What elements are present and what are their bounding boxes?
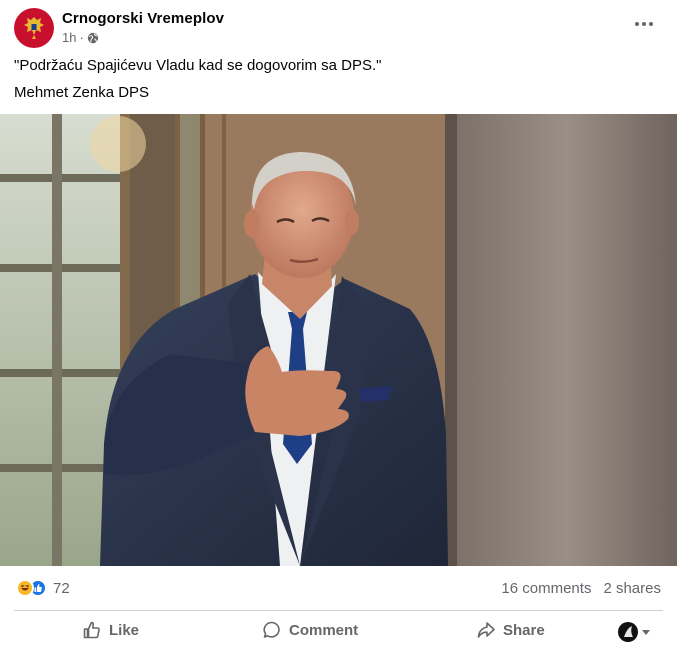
share-label: Share — [503, 621, 545, 639]
share-arrow-icon — [477, 622, 495, 638]
reaction-count: 72 — [53, 579, 70, 597]
globe-icon — [87, 32, 99, 43]
engagement-stats: 72 16 comments 2 shares — [0, 566, 677, 610]
post-header: Crnogorski Vremeplov 1h · — [12, 6, 667, 52]
post-as-selector[interactable] — [618, 618, 650, 646]
post-text-author: Mehmet Zenka DPS — [14, 84, 150, 101]
chevron-down-icon — [642, 629, 650, 635]
comment-label: Comment — [289, 621, 359, 639]
post-text-quote: "Podržaću Spajićevu Vladu kad se dogovor… — [14, 57, 382, 74]
post-actions: Like Comment Share — [0, 612, 677, 647]
page-name[interactable]: Crnogorski Vremeplov — [62, 10, 224, 27]
page-avatar[interactable] — [14, 8, 54, 48]
comment-button[interactable]: Comment — [262, 616, 358, 644]
post-meta: 1h · — [62, 30, 99, 45]
like-label: Like — [109, 621, 140, 639]
coat-of-arms-icon — [24, 17, 44, 39]
post-time[interactable]: 1h — [62, 30, 76, 45]
more-options-button[interactable] — [629, 14, 659, 34]
haha-reaction-icon — [16, 579, 34, 597]
more-dots-icon — [635, 22, 639, 26]
more-dot — [642, 22, 646, 26]
like-button[interactable]: Like — [82, 616, 139, 644]
meta-separator: · — [79, 30, 84, 45]
comment-bubble-icon — [263, 621, 280, 638]
comments-count-link[interactable]: 16 comments — [501, 580, 591, 597]
reactions-summary[interactable]: 72 — [16, 579, 70, 597]
share-button[interactable]: Share — [476, 616, 545, 644]
photo-image — [0, 114, 677, 566]
actions-divider — [14, 610, 663, 611]
facebook-post: Crnogorski Vremeplov 1h · "Podržaću Spaj… — [0, 0, 677, 647]
shares-count-link[interactable]: 2 shares — [603, 580, 661, 597]
thumbs-up-icon — [83, 621, 100, 639]
post-photo[interactable] — [0, 114, 677, 566]
comments-shares: 16 comments 2 shares — [501, 580, 661, 597]
more-dot — [649, 22, 653, 26]
profile-avatar-icon — [618, 622, 638, 642]
